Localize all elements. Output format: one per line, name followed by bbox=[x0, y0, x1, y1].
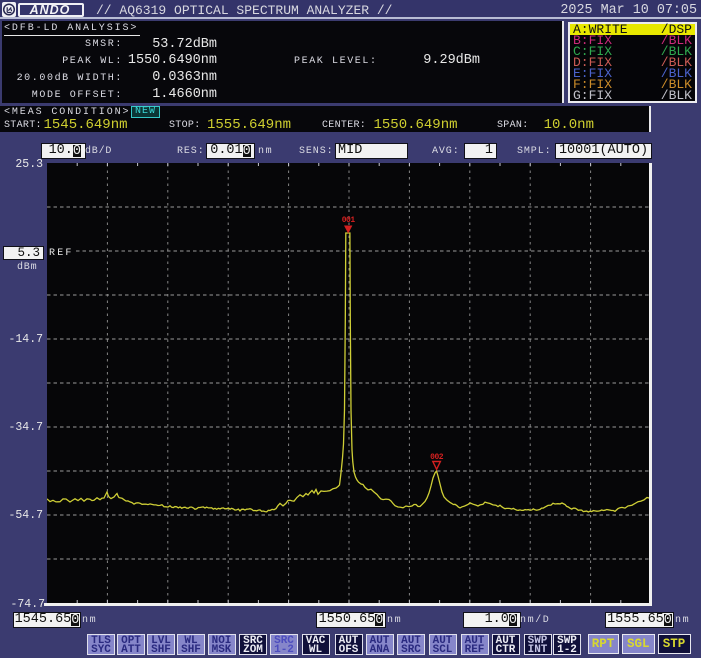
svg-text:002: 002 bbox=[430, 453, 444, 462]
svg-text:001: 001 bbox=[342, 216, 356, 225]
